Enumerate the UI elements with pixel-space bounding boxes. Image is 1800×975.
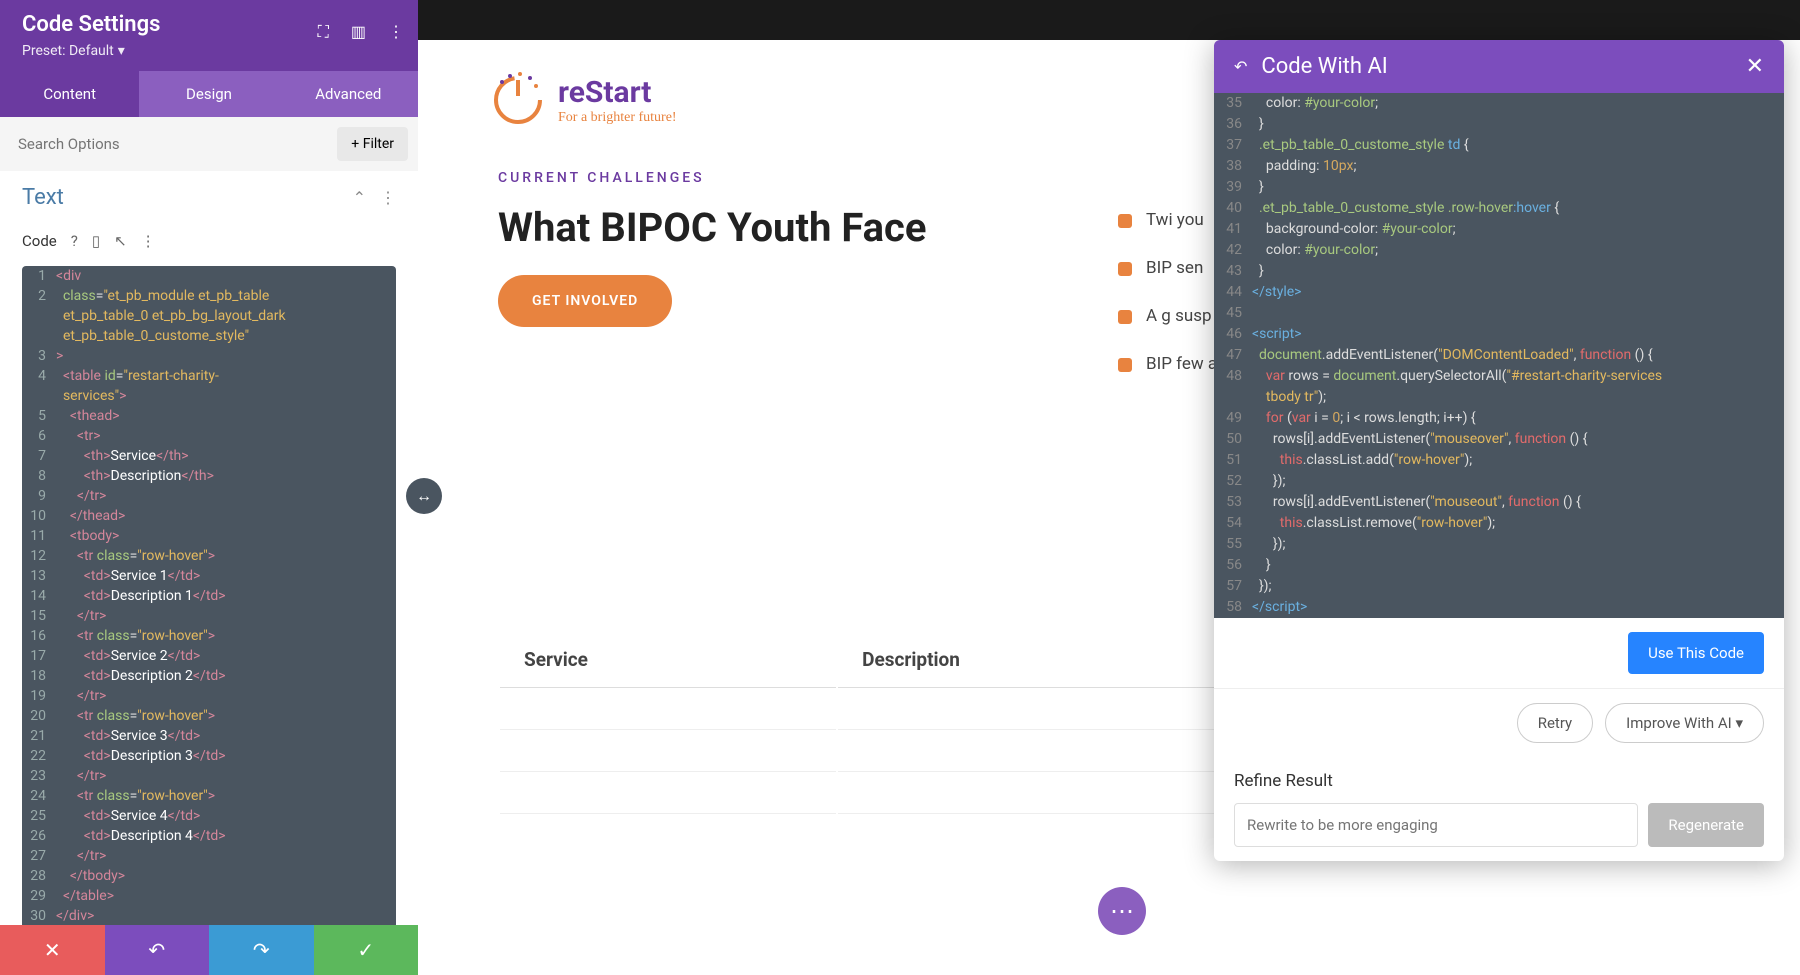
regenerate-button[interactable]: Regenerate <box>1648 803 1764 847</box>
improve-button[interactable]: Improve With AI ▾ <box>1605 703 1764 743</box>
bullet-dot <box>1118 358 1132 372</box>
redo-button[interactable]: ↷ <box>209 925 314 975</box>
resize-handle[interactable]: ↔ <box>406 478 442 514</box>
th-service: Service <box>500 632 836 688</box>
save-button[interactable]: ✓ <box>314 925 419 975</box>
table-row <box>500 690 1276 730</box>
bullet-dot <box>1118 214 1132 228</box>
code-field-row: Code ? ▯ ↖ ⋮ <box>0 224 418 258</box>
bullet-dot <box>1118 262 1132 276</box>
section-more-icon[interactable]: ⋮ <box>380 188 396 207</box>
refine-label: Refine Result <box>1234 771 1764 791</box>
more-icon[interactable]: ⋮ <box>388 22 404 42</box>
cursor-icon[interactable]: ↖ <box>114 232 127 250</box>
site-logo[interactable]: reStart For a brighter future! <box>488 70 677 130</box>
code-label: Code <box>22 232 57 250</box>
cta-button[interactable]: GET INVOLVED <box>498 275 672 327</box>
ai-panel: ↶ Code With AI ✕ 35 color: #your-color;3… <box>1214 40 1784 861</box>
th-description: Description <box>838 632 1276 688</box>
sidebar-tabs: Content Design Advanced <box>0 71 418 117</box>
table-row <box>500 774 1276 814</box>
logo-icon <box>488 70 548 130</box>
logo-text: reStart <box>558 75 677 110</box>
panel-icon[interactable]: ▥ <box>351 22 366 42</box>
close-icon[interactable]: ✕ <box>1746 54 1764 79</box>
tab-advanced[interactable]: Advanced <box>279 71 418 117</box>
preview-table: ServiceDescription <box>498 630 1278 816</box>
fab-button[interactable]: ⋯ <box>1098 887 1146 935</box>
use-code-button[interactable]: Use This Code <box>1628 632 1764 674</box>
search-input[interactable] <box>10 127 329 161</box>
sidebar-header: Code Settings Preset: Default ▾ ⛶ ▥ ⋮ <box>0 0 418 71</box>
text-section-header[interactable]: Text ⌃ ⋮ <box>0 171 418 224</box>
sidebar-footer: ✕ ↶ ↷ ✓ <box>0 925 418 975</box>
code-more-icon[interactable]: ⋮ <box>141 232 156 250</box>
preset-dropdown[interactable]: Preset: Default ▾ <box>22 43 396 59</box>
cancel-button[interactable]: ✕ <box>0 925 105 975</box>
bullet-dot <box>1118 310 1132 324</box>
tab-design[interactable]: Design <box>139 71 278 117</box>
ai-header: ↶ Code With AI ✕ <box>1214 40 1784 93</box>
mobile-icon[interactable]: ▯ <box>92 232 100 250</box>
chevron-up-icon[interactable]: ⌃ <box>353 188 366 207</box>
expand-icon[interactable]: ⛶ <box>318 22 329 42</box>
code-editor[interactable]: 1<div2 class="et_pb_module et_pb_table e… <box>22 266 396 967</box>
refine-section: Refine Result Regenerate <box>1214 757 1784 861</box>
help-icon[interactable]: ? <box>71 232 78 250</box>
search-row: + Filter <box>0 117 418 171</box>
refine-input[interactable] <box>1234 803 1638 847</box>
table-row <box>500 732 1276 772</box>
tab-content[interactable]: Content <box>0 71 139 117</box>
undo-button[interactable]: ↶ <box>105 925 210 975</box>
ai-code-viewer[interactable]: 35 color: #your-color;36 }37 .et_pb_tabl… <box>1214 93 1784 618</box>
retry-button[interactable]: Retry <box>1517 703 1593 743</box>
logo-tagline: For a brighter future! <box>558 110 677 126</box>
section-title: Text <box>22 185 64 210</box>
ai-title: Code With AI <box>1261 54 1731 79</box>
filter-button[interactable]: + Filter <box>337 127 408 161</box>
settings-sidebar: Code Settings Preset: Default ▾ ⛶ ▥ ⋮ Co… <box>0 0 418 975</box>
back-icon[interactable]: ↶ <box>1234 57 1247 76</box>
